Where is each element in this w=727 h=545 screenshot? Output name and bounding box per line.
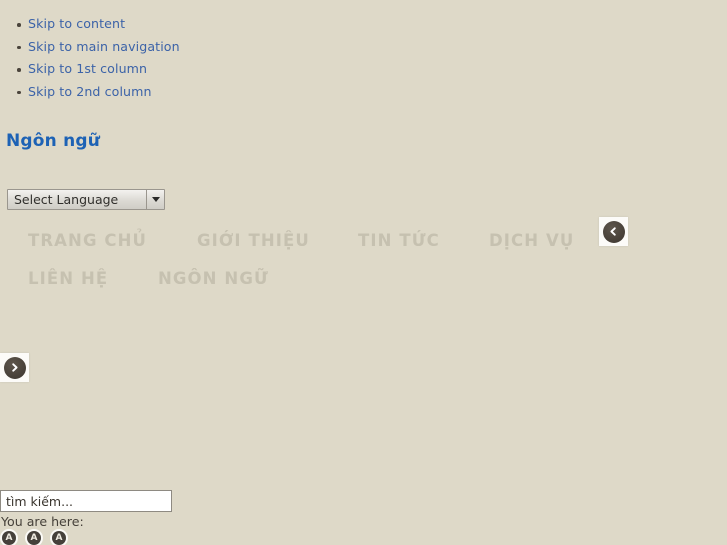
skip-link-1st-column[interactable]: Skip to 1st column (28, 61, 147, 76)
nav-item-trang-chu[interactable]: TRANG CHỦ (28, 222, 147, 260)
slider-next-button[interactable] (0, 353, 29, 382)
slider-prev-button[interactable] (599, 217, 628, 246)
skip-link-item: Skip to 2nd column (0, 81, 727, 104)
skip-links-list: Skip to content Skip to main navigation … (0, 0, 727, 103)
nav-item-ngon-ngu[interactable]: NGÔN NGỮ (158, 260, 269, 298)
font-size-medium[interactable]: A (27, 531, 41, 545)
skip-link-content[interactable]: Skip to content (28, 16, 125, 31)
chevron-down-icon[interactable] (146, 190, 164, 209)
page-title: Ngôn ngữ (6, 131, 101, 151)
skip-link-main-navigation[interactable]: Skip to main navigation (28, 39, 180, 54)
nav-item-gioi-thieu[interactable]: GIỚI THIỆU (197, 222, 310, 260)
main-navigation-row-2: LIÊN HỆ NGÔN NGỮ (0, 260, 727, 298)
search-input[interactable] (0, 490, 172, 512)
nav-item-lien-he[interactable]: LIÊN HỆ (28, 260, 108, 298)
breadcrumb: You are here: (1, 514, 84, 529)
skip-link-item: Skip to content (0, 13, 727, 36)
nav-item-dich-vu[interactable]: DỊCH VỤ (489, 222, 574, 260)
nav-item-tin-tuc[interactable]: TIN TỨC (358, 222, 440, 260)
skip-link-item: Skip to 1st column (0, 58, 727, 81)
language-select[interactable]: Select Language (7, 189, 165, 210)
font-size-small[interactable]: A (2, 531, 16, 545)
language-select-value: Select Language (8, 190, 146, 209)
skip-link-item: Skip to main navigation (0, 36, 727, 59)
font-size-large[interactable]: A (52, 531, 66, 545)
skip-link-2nd-column[interactable]: Skip to 2nd column (28, 84, 152, 99)
chevron-right-icon (3, 356, 26, 379)
chevron-left-icon (602, 220, 625, 243)
font-size-controls: A A A (2, 531, 66, 545)
